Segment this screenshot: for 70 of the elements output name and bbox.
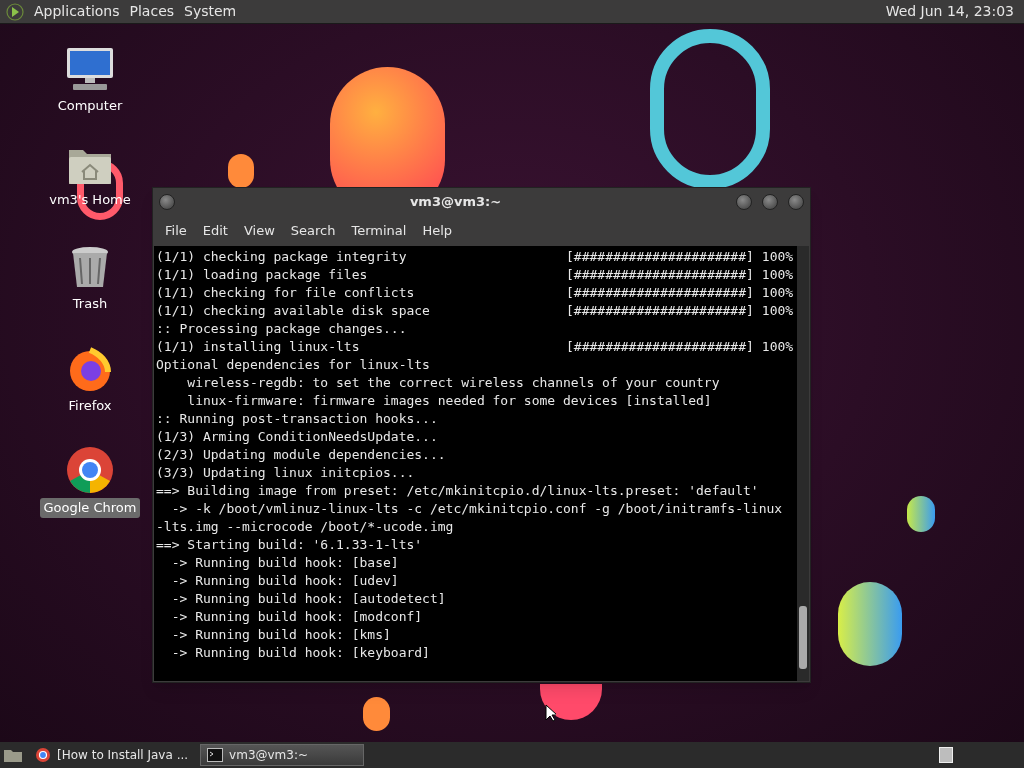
menu-logo-icon[interactable]: [6, 2, 24, 21]
blob-shape: [228, 154, 254, 188]
percent-text: 100%: [761, 284, 794, 302]
minimize-button[interactable]: [736, 194, 752, 210]
terminal-line: -lts.img --microcode /boot/*-ucode.img: [156, 518, 455, 536]
terminal-line: (1/1) checking package integrity: [156, 248, 408, 266]
progress-text: [######################]: [566, 338, 754, 356]
terminal-line: wireless-regdb: to set the correct wireless channels of your country: [186, 374, 720, 392]
percent-text: 100%: [761, 302, 794, 320]
terminal-line: -> -k /boot/vmlinuz-linux-lts -c /etc/mkinitcpio.conf -g /boot/initramfs-linux: [170, 500, 783, 518]
percent-text: 100%: [761, 248, 794, 266]
terminal-line: ==> Building image from preset: /etc/mkinitcpio.d/linux-lts.preset: 'default': [156, 482, 759, 500]
taskbar-button[interactable]: vm3@vm3:~: [200, 744, 365, 766]
terminal-line: (1/1) checking available disk space: [156, 302, 431, 320]
percent-text: 100%: [761, 338, 794, 356]
menu-item[interactable]: Search: [282, 221, 344, 241]
desktop-icon-label[interactable]: Trash: [68, 294, 112, 314]
progress-text: [######################]: [566, 302, 754, 320]
show-desktop-icon[interactable]: [3, 747, 23, 763]
terminal-line: -> Running build hook: [kms]: [170, 626, 392, 644]
maximize-button[interactable]: [762, 194, 778, 210]
terminal-line: :: Running post-transaction hooks...: [156, 410, 439, 428]
panel-menu[interactable]: Applications: [34, 1, 120, 22]
terminal-icon: [207, 748, 224, 762]
desktop-icon-label[interactable]: Firefox: [64, 396, 116, 416]
window-menu-button[interactable]: [159, 194, 175, 210]
terminal-line: (1/3) Arming ConditionNeedsUpdate...: [156, 428, 439, 446]
menu-item[interactable]: Terminal: [343, 221, 415, 241]
percent-text: 100%: [761, 266, 794, 284]
desktop-icon-label[interactable]: Computer: [53, 96, 127, 116]
terminal-line: -> Running build hook: [udev]: [170, 572, 400, 590]
terminal-line: (1/1) loading package files: [156, 266, 369, 284]
desktop-icon-label[interactable]: Google Chrom: [39, 498, 141, 518]
panel-menu[interactable]: Places: [129, 1, 175, 22]
close-button[interactable]: [788, 194, 804, 210]
window-title: vm3@vm3:~: [408, 193, 503, 212]
terminal-line: (1/1) checking for file conflicts: [156, 284, 416, 302]
menu-item[interactable]: Edit: [194, 221, 236, 241]
blob-shape: [907, 496, 935, 532]
terminal-line: (1/1) installing linux-lts: [156, 338, 361, 356]
menu-item[interactable]: Help: [414, 221, 461, 241]
chrome-icon: [66, 446, 114, 494]
progress-text: [######################]: [566, 248, 754, 266]
terminal-line: (2/3) Updating module dependencies...: [156, 446, 447, 464]
menu-item[interactable]: File: [157, 221, 195, 241]
trash-icon: [70, 246, 110, 290]
terminal-line: ==> Starting build: '6.1.33-1-lts': [156, 536, 424, 554]
terminal-line: Optional dependencies for linux-lts: [156, 356, 431, 374]
terminal-line: -> Running build hook: [autodetect]: [170, 590, 447, 608]
taskbar-button[interactable]: [How to Install Java ...: [29, 744, 195, 766]
terminal-line: :: Processing package changes...: [156, 320, 408, 338]
mouse-pointer-icon: [545, 704, 556, 722]
clock[interactable]: Wed Jun 14, 23:03: [885, 1, 1018, 22]
terminal-line: -> Running build hook: [base]: [170, 554, 400, 572]
progress-text: [######################]: [566, 266, 754, 284]
browser-icon: [35, 747, 51, 763]
progress-text: [######################]: [566, 284, 754, 302]
panel-menu[interactable]: System: [184, 1, 237, 22]
workspace-switcher[interactable]: [939, 747, 953, 763]
terminal-line: (3/3) Updating linux initcpios...: [156, 464, 416, 482]
scrollbar[interactable]: [797, 246, 809, 681]
blob-shape: [540, 684, 602, 720]
blob-shape: [363, 697, 390, 731]
scrollbar-thumb[interactable]: [799, 606, 807, 669]
menu-item[interactable]: View: [235, 221, 283, 241]
terminal-line: -> Running build hook: [keyboard]: [170, 644, 431, 662]
computer-icon: [65, 46, 115, 92]
terminal-line: linux-firmware: firmware images needed for some devices [installed]: [186, 392, 712, 410]
firefox-icon: [67, 346, 113, 392]
terminal-line: -> Running build hook: [modconf]: [170, 608, 424, 626]
